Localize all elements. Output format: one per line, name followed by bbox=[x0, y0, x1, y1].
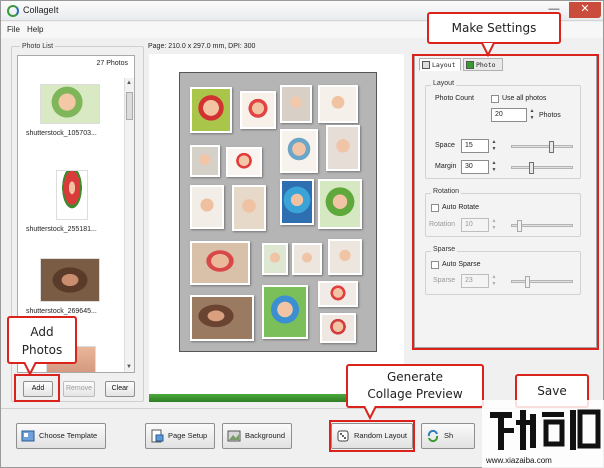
page-info: Page: 210.0 x 297.0 mm, DPI: 300 bbox=[148, 43, 256, 50]
collage-sheet[interactable] bbox=[179, 72, 377, 352]
settings-highlight bbox=[412, 54, 599, 350]
choose-template-button[interactable]: Choose Template bbox=[16, 423, 106, 449]
refresh-icon bbox=[427, 429, 439, 443]
close-button[interactable]: ✕ bbox=[569, 2, 601, 18]
collage-photo[interactable] bbox=[240, 91, 276, 129]
scroll-down-icon[interactable]: ▼ bbox=[126, 364, 132, 370]
list-item[interactable]: shutterstock_269645... bbox=[26, 258, 126, 315]
photo-filename: shutterstock_105703... bbox=[26, 130, 97, 137]
background-icon bbox=[227, 430, 241, 442]
share-label: Sh bbox=[444, 431, 454, 440]
generate-text-line2: Collage Preview bbox=[367, 387, 463, 401]
add-photos-callout: Add Photos bbox=[7, 316, 77, 364]
photo-thumbnail bbox=[40, 84, 100, 124]
collage-photo[interactable] bbox=[318, 281, 358, 307]
collage-photo[interactable] bbox=[262, 285, 308, 339]
share-button[interactable]: Sh bbox=[421, 423, 475, 449]
collage-photo[interactable] bbox=[320, 313, 356, 343]
generate-text-line1: Generate bbox=[386, 370, 444, 384]
watermark-url: www.xiazaiba.com bbox=[486, 456, 552, 465]
menu-help[interactable]: Help bbox=[27, 25, 43, 34]
remove-button[interactable]: Remove bbox=[63, 381, 95, 397]
background-label: Background bbox=[245, 431, 286, 440]
collage-photo[interactable] bbox=[280, 179, 314, 225]
choose-template-label: Choose Template bbox=[39, 431, 98, 440]
window-title: CollageIt bbox=[23, 5, 59, 15]
callout-pointer-icon bbox=[23, 362, 37, 376]
save-text: Save bbox=[537, 384, 567, 398]
photo-list-label: Photo List bbox=[20, 43, 56, 50]
menu-file[interactable]: File bbox=[7, 25, 20, 34]
list-item[interactable]: shutterstock_255181... bbox=[26, 170, 126, 233]
collage-photo[interactable] bbox=[190, 145, 220, 177]
add-highlight bbox=[14, 374, 60, 402]
collage-photo[interactable] bbox=[292, 243, 322, 275]
page-setup-icon bbox=[151, 429, 164, 443]
generate-preview-callout: Generate Collage Preview bbox=[346, 364, 484, 408]
collage-photo[interactable] bbox=[280, 129, 318, 173]
photo-thumbnail bbox=[40, 258, 100, 302]
photo-list-scrollbar[interactable]: ▲ ▼ bbox=[124, 78, 134, 372]
collage-photo[interactable] bbox=[318, 179, 362, 229]
collage-photo[interactable] bbox=[190, 185, 224, 229]
template-icon bbox=[21, 430, 35, 442]
collage-photo[interactable] bbox=[190, 87, 232, 133]
photo-filename: shutterstock_255181... bbox=[26, 226, 97, 233]
page-setup-button[interactable]: Page Setup bbox=[145, 423, 215, 449]
collage-photo[interactable] bbox=[280, 85, 312, 123]
collage-photo[interactable] bbox=[318, 85, 358, 123]
collage-photo[interactable] bbox=[232, 185, 266, 231]
photo-filename: shutterstock_269645... bbox=[26, 308, 97, 315]
callout-pointer-icon bbox=[363, 406, 377, 420]
app-logo-icon bbox=[7, 5, 19, 17]
collage-photo[interactable] bbox=[190, 241, 250, 285]
list-item[interactable]: shutterstock_105703... bbox=[26, 84, 126, 137]
make-settings-text: Make Settings bbox=[451, 21, 537, 35]
page-setup-label: Page Setup bbox=[168, 431, 208, 440]
random-layout-highlight bbox=[329, 420, 415, 452]
collage-photo[interactable] bbox=[326, 125, 360, 171]
callout-pointer-icon bbox=[481, 43, 495, 57]
add-photos-text-line1: Add bbox=[30, 325, 54, 339]
scroll-thumb[interactable] bbox=[126, 92, 133, 120]
add-photos-text-line2: Photos bbox=[21, 343, 63, 357]
collage-photo[interactable] bbox=[190, 295, 254, 341]
make-settings-callout: Make Settings bbox=[427, 12, 561, 44]
collage-photo[interactable] bbox=[328, 239, 362, 275]
photo-thumbnail bbox=[56, 170, 88, 220]
clear-button[interactable]: Clear bbox=[105, 381, 135, 397]
scroll-up-icon[interactable]: ▲ bbox=[126, 80, 132, 86]
collage-photo[interactable] bbox=[226, 147, 262, 177]
close-icon: ✕ bbox=[580, 3, 590, 15]
photo-count: 27 Photos bbox=[96, 60, 128, 67]
collage-photo[interactable] bbox=[262, 243, 288, 275]
background-button[interactable]: Background bbox=[222, 423, 292, 449]
